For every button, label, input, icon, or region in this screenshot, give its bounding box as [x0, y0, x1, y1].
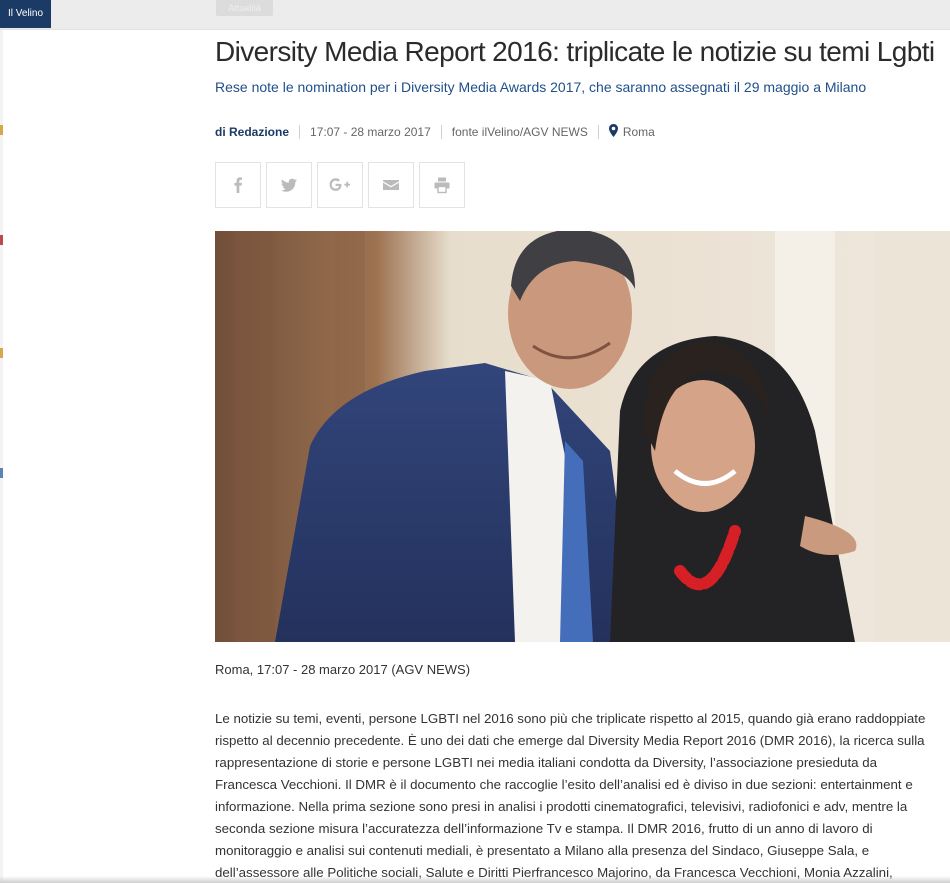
publish-datetime: 17:07 - 28 marzo 2017: [310, 125, 431, 139]
meta-divider: [299, 125, 301, 139]
left-edge-strip: [0, 30, 3, 883]
print-icon: [434, 177, 450, 194]
category-tag[interactable]: Attualità: [216, 0, 273, 16]
email-icon: [383, 180, 399, 190]
google-plus-icon: [329, 178, 350, 191]
meta-divider: [440, 125, 442, 139]
article-meta: di Redazione 17:07 - 28 marzo 2017 fonte…: [215, 124, 655, 140]
share-print-button[interactable]: [419, 162, 465, 208]
twitter-icon: [281, 178, 297, 192]
facebook-icon: [234, 177, 242, 193]
article-photo: [215, 231, 950, 642]
location-pin-icon: [608, 124, 618, 140]
source-label: fonte ilVelino/AGV NEWS: [451, 125, 588, 139]
meta-divider: [597, 125, 599, 139]
location-label: Roma: [622, 125, 655, 139]
article-subtitle: Rese note le nomination per i Diversity …: [215, 79, 867, 95]
share-buttons: [215, 162, 465, 208]
site-logo[interactable]: Il Velino: [0, 0, 52, 28]
share-google-plus-button[interactable]: [317, 162, 363, 208]
top-navigation-bar: Il Velino Attualità: [0, 0, 950, 30]
article-photo-illustration: [215, 231, 950, 642]
share-email-button[interactable]: [368, 162, 414, 208]
article-body: Le notizie su temi, eventi, persone LGBT…: [215, 711, 926, 880]
share-facebook-button[interactable]: [215, 162, 261, 208]
article-title: Diversity Media Report 2016: triplicate …: [215, 36, 935, 67]
share-twitter-button[interactable]: [266, 162, 312, 208]
bottom-scroll-shadow: [0, 876, 950, 883]
author-link[interactable]: di Redazione: [215, 125, 289, 139]
photo-caption: Roma, 17:07 - 28 marzo 2017 (AGV NEWS): [215, 662, 471, 677]
